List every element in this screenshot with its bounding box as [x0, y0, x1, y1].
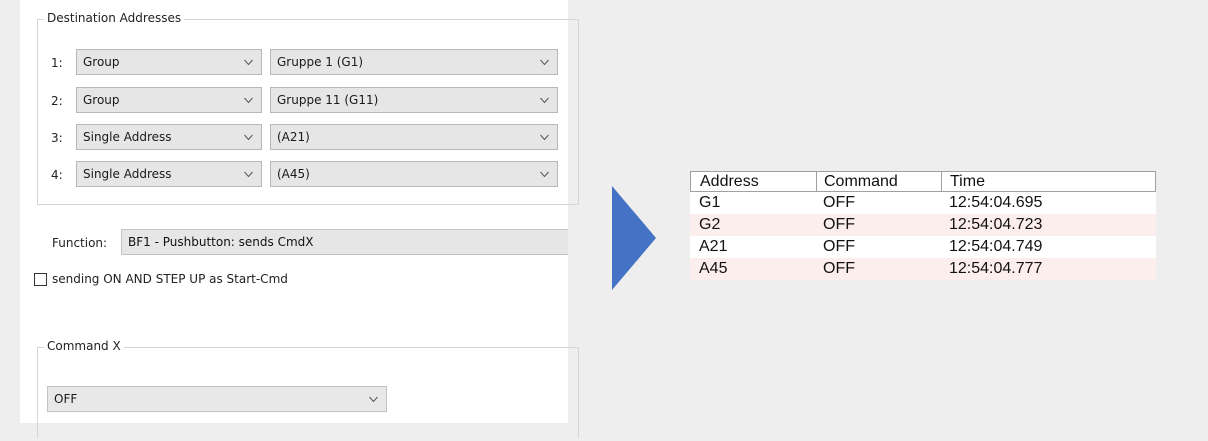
destination-addresses-group: Destination Addresses 1: Group Gruppe 1 … [37, 11, 579, 205]
right-arrow-icon [612, 186, 656, 290]
table-row[interactable]: A21 OFF 12:54:04.749 [690, 236, 1156, 258]
chevron-down-icon [540, 134, 549, 141]
row-number: 3: [51, 131, 63, 145]
address-target-select-1[interactable]: Gruppe 1 (G1) [270, 49, 558, 75]
row-number: 4: [51, 168, 63, 182]
column-separator [941, 172, 942, 191]
chevron-down-icon [540, 171, 549, 178]
chevron-down-icon [244, 59, 253, 66]
address-type-select-2[interactable]: Group [76, 87, 262, 113]
settings-panel: Destination Addresses 1: Group Gruppe 1 … [20, 0, 579, 438]
address-target-select-4[interactable]: (A45) [270, 161, 558, 187]
header-time: Time [950, 173, 985, 190]
chevron-down-icon [369, 396, 378, 403]
start-cmd-checkbox[interactable] [34, 273, 47, 286]
table-row[interactable]: G2 OFF 12:54:04.723 [690, 214, 1156, 236]
address-target-select-3[interactable]: (A21) [270, 124, 558, 150]
row-number: 1: [51, 56, 63, 70]
table-row[interactable]: G1 OFF 12:54:04.695 [690, 192, 1156, 214]
table-row[interactable]: A45 OFF 12:54:04.777 [690, 258, 1156, 280]
chevron-down-icon [244, 97, 253, 104]
destination-addresses-legend: Destination Addresses [44, 11, 185, 25]
results-header: Address Command Time [690, 171, 1156, 192]
command-x-group: Command X OFF [37, 339, 579, 438]
address-type-select-4[interactable]: Single Address [76, 161, 262, 187]
address-type-select-1[interactable]: Group [76, 49, 262, 75]
chevron-down-icon [540, 97, 549, 104]
function-label: Function: [52, 236, 108, 250]
results-table: Address Command Time G1 OFF 12:54:04.695… [690, 171, 1156, 280]
chevron-down-icon [540, 59, 549, 66]
function-field[interactable]: BF1 - Pushbutton: sends CmdX [121, 229, 568, 255]
address-target-select-2[interactable]: Gruppe 11 (G11) [270, 87, 558, 113]
address-type-select-3[interactable]: Single Address [76, 124, 262, 150]
header-address: Address [700, 173, 759, 190]
chevron-down-icon [244, 171, 253, 178]
start-cmd-checkbox-label[interactable]: sending ON AND STEP UP as Start-Cmd [52, 272, 288, 286]
row-number: 2: [51, 94, 63, 108]
header-command: Command [824, 173, 898, 190]
chevron-down-icon [244, 134, 253, 141]
column-separator [816, 172, 817, 191]
command-x-legend: Command X [44, 339, 124, 353]
command-select[interactable]: OFF [47, 386, 387, 412]
